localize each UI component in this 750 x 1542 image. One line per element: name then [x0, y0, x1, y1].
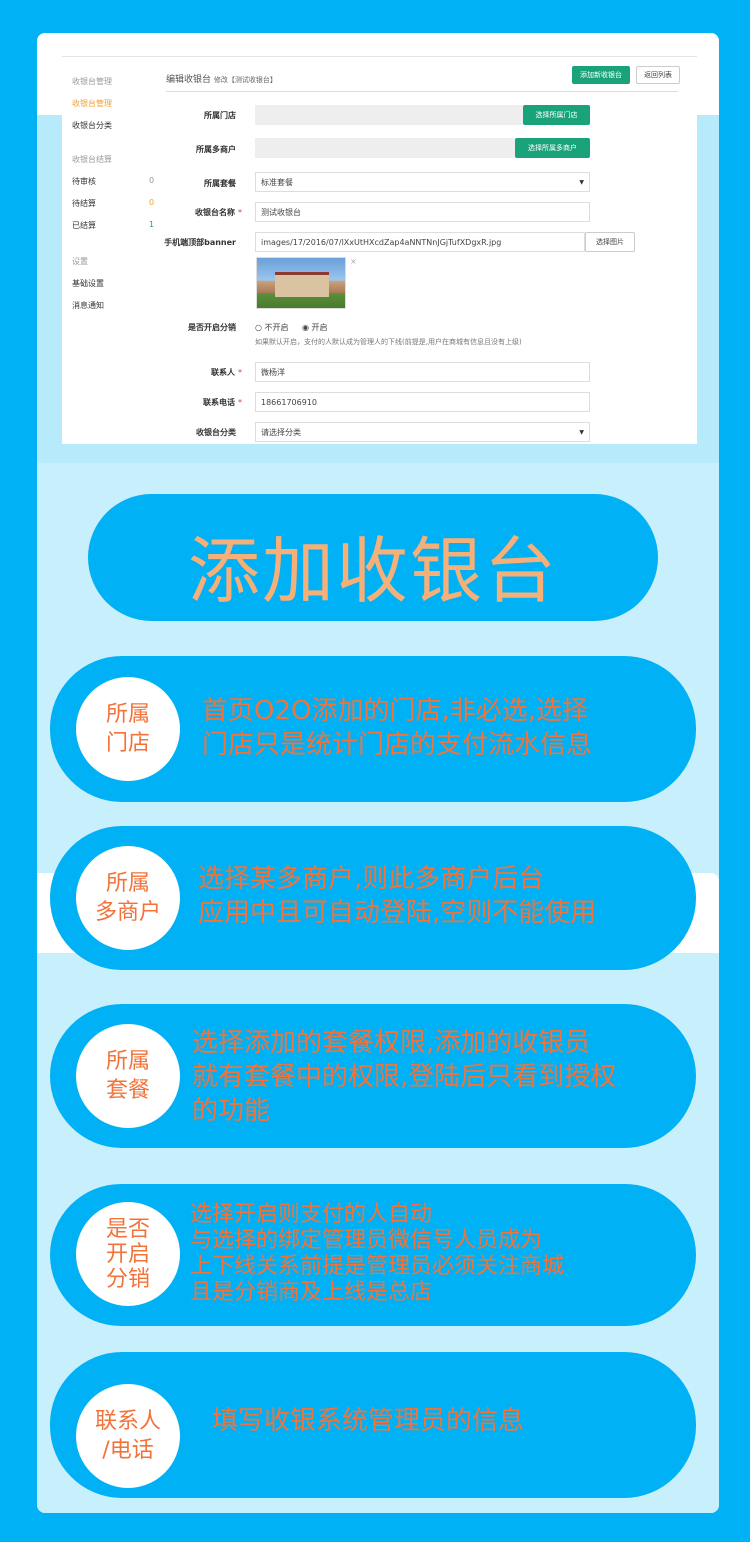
- sidebar-group-settings: 设置: [72, 257, 88, 266]
- required-mark: *: [238, 398, 242, 407]
- select-merchant-button[interactable]: 选择所属多商户: [515, 138, 590, 158]
- card-tag-text: 所属 多商户: [94, 871, 161, 925]
- sidebar-item-settled[interactable]: 已结算 1: [72, 220, 157, 231]
- card-merchant: 所属 多商户 选择某多商户,则此多商户后台 应用中且可自动登陆,空则不能使用: [50, 826, 696, 970]
- sidebar-item-category[interactable]: 收银台分类: [72, 120, 112, 131]
- remove-image-icon[interactable]: ×: [350, 257, 357, 266]
- card-description: 选择某多商户,则此多商户后台 应用中且可自动登陆,空则不能使用: [198, 864, 597, 928]
- card-contact: 联系人 /电话 填写收银系统管理员的信息: [50, 1352, 696, 1498]
- package-select[interactable]: 标准套餐 ▼: [255, 172, 590, 192]
- distribution-label: 是否开启分销: [188, 323, 236, 332]
- page-title: 编辑收银台 修改【测试收银台】: [166, 72, 277, 85]
- name-label: 收银台名称 *: [122, 207, 242, 218]
- card-description: 选择开启则支付的人自动 与选择的绑定管理员微信号人员成为 上下线关系前提是管理员…: [190, 1202, 565, 1305]
- card-tag: 联系人 /电话: [76, 1384, 180, 1488]
- card-tag-text: 所属 门店: [105, 702, 150, 756]
- page-subtitle: 修改【测试收银台】: [213, 76, 277, 84]
- package-value: 标准套餐: [261, 178, 293, 187]
- back-to-list-button[interactable]: 返回列表: [636, 66, 680, 84]
- card-distribution: 是否 开启 分销 选择开启则支付的人自动 与选择的绑定管理员微信号人员成为 上下…: [50, 1184, 696, 1326]
- sidebar-item-manage[interactable]: 收银台管理: [72, 98, 112, 109]
- category-label: 收银台分类: [196, 428, 236, 437]
- select-image-button[interactable]: 选择图片: [585, 232, 635, 252]
- name-label-text: 收银台名称: [195, 208, 235, 217]
- distribution-on-radio[interactable]: ◉ 开启: [302, 322, 328, 333]
- distribution-hint: 如果默认开启，支付的人默认成为管理人的下线(前提是,用户在商城有信息且没有上级): [255, 338, 522, 346]
- page-title-text: 编辑收银台: [166, 75, 212, 85]
- distribution-off-radio[interactable]: ○ 不开启: [255, 322, 289, 333]
- name-input[interactable]: 测试收银台: [255, 202, 590, 222]
- phone-label-text: 联系电话: [203, 398, 235, 407]
- contact-label-text: 联系人: [211, 368, 235, 377]
- title-banner: 添加收银台: [88, 494, 658, 621]
- category-select[interactable]: 请选择分类 ▼: [255, 422, 590, 442]
- sidebar-item-basic-settings[interactable]: 基础设置: [72, 278, 104, 289]
- count-badge: 0: [149, 198, 155, 207]
- select-store-button[interactable]: 选择所属门店: [523, 105, 590, 125]
- card-tag-text: 联系人 /电话: [94, 1409, 161, 1463]
- sidebar-item-label: 待结算: [72, 199, 96, 208]
- required-mark: *: [238, 208, 242, 217]
- sidebar-item-label: 待审核: [72, 177, 96, 186]
- card-tag: 是否 开启 分销: [76, 1202, 180, 1306]
- banner-title: 添加收银台: [187, 529, 558, 613]
- card-tag-text: 所属 套餐: [105, 1049, 150, 1103]
- contact-input[interactable]: 微杨洋: [255, 362, 590, 382]
- store-field[interactable]: [255, 105, 523, 125]
- store-label: 所属门店: [204, 111, 236, 120]
- card-store: 所属 门店 首页O2O添加的门店,非必选,选择 门店只是统计门店的支付流水信息: [50, 656, 696, 802]
- banner-path-input[interactable]: images/17/2016/07/lXxUtHXcdZap4aNNTNnJGj…: [255, 232, 585, 252]
- contact-label: 联系人 *: [122, 367, 242, 378]
- sidebar-item-label: 已结算: [72, 221, 96, 230]
- sidebar-group-settle: 收银台结算: [72, 155, 112, 164]
- card-description: 选择添加的套餐权限,添加的收银员 就有套餐中的权限,登陆后只看到授权 的功能: [192, 1028, 617, 1126]
- admin-screenshot: 收银台管理 收银台管理 收银台分类 收银台结算 待审核 0 待结算 0 已结算 …: [62, 48, 697, 444]
- sidebar-item-notifications[interactable]: 消息通知: [72, 300, 104, 311]
- radio-label: 开启: [311, 323, 328, 332]
- count-badge: 1: [149, 220, 155, 229]
- radio-label: 不开启: [264, 323, 289, 332]
- card-tag: 所属 套餐: [76, 1024, 180, 1128]
- card-description: 首页O2O添加的门店,非必选,选择 门店只是统计门店的支付流水信息: [202, 696, 593, 760]
- banner-thumbnail: [256, 257, 346, 309]
- sidebar-group-cashier: 收银台管理: [72, 77, 112, 86]
- merchant-field[interactable]: [255, 138, 515, 158]
- caret-down-icon: ▼: [579, 179, 584, 186]
- card-package: 所属 套餐 选择添加的套餐权限,添加的收银员 就有套餐中的权限,登陆后只看到授权…: [50, 1004, 696, 1148]
- required-mark: *: [238, 368, 242, 377]
- card-description: 填写收银系统管理员的信息: [212, 1406, 525, 1436]
- card-tag-text: 是否 开启 分销: [105, 1216, 150, 1292]
- package-label: 所属套餐: [204, 179, 236, 188]
- banner-label: 手机端顶部banner: [164, 238, 236, 247]
- card-tag: 所属 多商户: [76, 846, 180, 950]
- card-tag: 所属 门店: [76, 677, 180, 781]
- phone-input[interactable]: 18661706910: [255, 392, 590, 412]
- phone-label: 联系电话 *: [122, 397, 242, 408]
- category-value: 请选择分类: [261, 428, 301, 437]
- merchant-label: 所属多商户: [196, 145, 236, 154]
- caret-down-icon: ▼: [579, 429, 584, 436]
- add-cashier-button[interactable]: 添加新收银台: [572, 66, 630, 84]
